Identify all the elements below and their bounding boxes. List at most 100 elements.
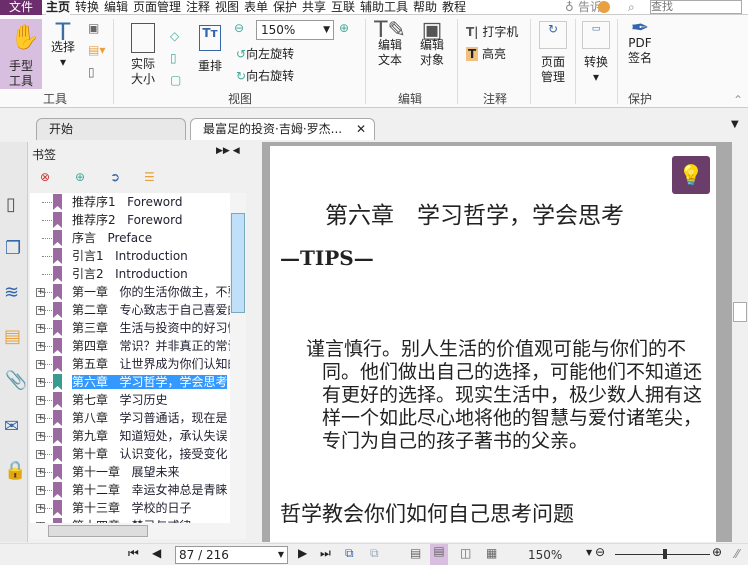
bookmark-item[interactable]: + 第五章 让世界成为你们认知的: [30, 355, 230, 373]
bookmark-item[interactable]: + 第十三章 学校的日子: [30, 499, 230, 517]
next-page-icon[interactable]: ▶: [298, 546, 307, 560]
menu-6[interactable]: 表单: [244, 0, 268, 15]
feedback-icon[interactable]: [598, 1, 610, 13]
collapse-ribbon-icon[interactable]: ⌃: [733, 93, 743, 107]
zoom-in-icon[interactable]: ⊕: [712, 545, 722, 559]
attachment-icon[interactable]: 📎: [5, 370, 27, 391]
menu-3[interactable]: 页面管理: [133, 0, 181, 15]
edit-text-button[interactable]: T✎ 编辑 文本: [372, 20, 408, 68]
menu-2[interactable]: 编辑: [104, 0, 128, 15]
menu-1[interactable]: 转换: [75, 0, 99, 15]
bookmark-hscrollbar[interactable]: [30, 523, 246, 539]
continuous-page-icon[interactable]: ▤: [430, 544, 448, 565]
comments-icon[interactable]: ▤: [4, 326, 21, 347]
group-protect-label: 保护: [627, 92, 652, 106]
resize-grip-icon[interactable]: ⁄⁄: [735, 547, 739, 561]
bookmark-item[interactable]: 引言2 Introduction: [30, 265, 230, 283]
actual-size-button[interactable]: 实际 大小: [126, 23, 160, 87]
facing-icon[interactable]: ◫: [460, 546, 471, 560]
typewriter-button[interactable]: T| 打字机: [466, 23, 518, 40]
fit-icons[interactable]: ◇ ▯ ▢: [170, 25, 181, 91]
page-manage-button[interactable]: ↻ 页面 管理: [536, 21, 570, 85]
menu-7[interactable]: 保护: [273, 0, 297, 15]
bookmark-panel-icon[interactable]: ▯: [6, 194, 16, 215]
bookmark-item[interactable]: + 第四章 常识？并非真正的常识: [30, 337, 230, 355]
first-page-icon[interactable]: ⏮: [128, 546, 139, 561]
menu-11[interactable]: 帮助: [413, 0, 437, 15]
lock-icon[interactable]: 🔒: [4, 460, 26, 481]
zoom-out-icon[interactable]: ⊖: [595, 545, 605, 559]
bookmark-options-icon[interactable]: ☰: [144, 170, 155, 184]
pages-panel-icon[interactable]: ❐: [5, 238, 21, 259]
menu-5[interactable]: 视图: [215, 0, 239, 15]
bookmark-scrollbar[interactable]: [230, 193, 246, 523]
menu-10[interactable]: 辅助工具: [360, 0, 408, 15]
menu-12[interactable]: 教程: [442, 0, 466, 15]
page-icon[interactable]: ▯: [88, 65, 95, 79]
menu-0[interactable]: 主页: [46, 0, 71, 15]
clipboard-icon[interactable]: ▤▾: [88, 43, 105, 57]
lightbulb-icon[interactable]: ♁: [565, 0, 574, 15]
bookmark-item[interactable]: + 第三章 生活与投资中的好习惯: [30, 319, 230, 337]
convert-button[interactable]: ▭ 转换 ▾: [580, 21, 612, 85]
bookmark-item[interactable]: 引言1 Introduction: [30, 247, 230, 265]
pdf-sign-button[interactable]: ✒ PDF 签名: [622, 18, 658, 66]
zoom-slider-thumb[interactable]: [662, 549, 667, 559]
lightbulb-icon[interactable]: 💡: [672, 156, 710, 194]
tab-document[interactable]: 最富足的投资·吉姆·罗杰... ✕: [190, 118, 375, 140]
actual-size-icon: [131, 23, 155, 53]
bookmark-item[interactable]: + 第六章 学习哲学，学会思考: [30, 373, 230, 391]
zoom-out-icon[interactable]: ⊖: [234, 21, 244, 35]
bookmark-item[interactable]: + 第十一章 展望未来: [30, 463, 230, 481]
select-button[interactable]: T 选择 ▾: [48, 20, 78, 70]
highlight-button[interactable]: T 高亮: [466, 45, 506, 62]
add-bookmark-icon[interactable]: ⊕: [75, 170, 85, 184]
signature-icon[interactable]: ✉: [4, 416, 19, 437]
next-view-icon[interactable]: ⧉: [370, 546, 379, 561]
file-menu[interactable]: 文件: [0, 0, 42, 15]
bookmark-item[interactable]: + 第十章 认识变化，接受变化: [30, 445, 230, 463]
edit-object-button[interactable]: ▣ 编辑 对象: [412, 20, 452, 68]
reflow-button[interactable]: Tт 重排: [194, 25, 226, 74]
close-icon[interactable]: ✕: [356, 119, 366, 139]
search-icon[interactable]: ⌕: [628, 0, 635, 15]
continuous-facing-icon[interactable]: ▦: [486, 546, 497, 560]
bookmark-item[interactable]: 推荐序2 Foreword: [30, 211, 230, 229]
delete-bookmark-icon[interactable]: ⊗: [40, 170, 50, 184]
last-page-icon[interactable]: ⏭: [320, 546, 331, 561]
bookmark-item[interactable]: + 第一章 你的生活你做主，不要: [30, 283, 230, 301]
tab-menu-icon[interactable]: ▼: [731, 119, 739, 130]
snapshot-icon[interactable]: ▣: [88, 21, 99, 35]
bookmark-label: 第五章 让世界成为你们认知的: [72, 357, 230, 371]
bookmark-item[interactable]: + 第二章 专心致志于自己喜爱的: [30, 301, 230, 319]
layers-icon[interactable]: ≋: [4, 282, 19, 303]
zoom-select[interactable]: 150% ▼: [256, 20, 334, 40]
page-number-input[interactable]: 87 / 216 ▼: [175, 546, 288, 564]
bookmark-item[interactable]: 推荐序1 Foreword: [30, 193, 230, 211]
menu-9[interactable]: 互联: [331, 0, 355, 15]
single-page-icon[interactable]: ▤: [410, 546, 421, 560]
bookmark-item[interactable]: + 第八章 学习普通话，现在是: [30, 409, 230, 427]
bookmark-item[interactable]: + 第十二章 幸运女神总是青睐: [30, 481, 230, 499]
menu-8[interactable]: 共享: [302, 0, 326, 15]
rotate-right-button[interactable]: ↻向右旋转: [236, 67, 294, 84]
search-input[interactable]: [650, 0, 742, 14]
bookmark-item[interactable]: 序言 Preface: [30, 229, 230, 247]
doc-scroll-thumb[interactable]: [733, 302, 747, 322]
menu-4[interactable]: 注释: [186, 0, 210, 15]
zoom-dropdown-icon[interactable]: ▼: [586, 548, 592, 557]
document-scrollbar[interactable]: [732, 142, 748, 542]
zoom-in-icon[interactable]: ⊕: [339, 21, 349, 35]
bookmark-item[interactable]: + 第九章 知道短处，承认失误: [30, 427, 230, 445]
goto-bookmark-icon[interactable]: ➲: [110, 170, 120, 184]
scrollbar-thumb[interactable]: [231, 213, 245, 313]
bookmark-item[interactable]: + 第七章 学习历史: [30, 391, 230, 409]
prev-view-icon[interactable]: ⧉: [345, 546, 354, 561]
hscroll-thumb[interactable]: [48, 525, 148, 537]
prev-page-icon[interactable]: ◀: [152, 546, 161, 560]
tab-start[interactable]: 开始: [36, 118, 186, 140]
panel-collapse-icon[interactable]: ▶▶ ◀: [216, 146, 240, 156]
rotate-left-button[interactable]: ↺向左旋转: [236, 45, 294, 62]
convert-icon: ▭: [582, 21, 610, 49]
zoom-level[interactable]: 150%: [528, 548, 562, 562]
